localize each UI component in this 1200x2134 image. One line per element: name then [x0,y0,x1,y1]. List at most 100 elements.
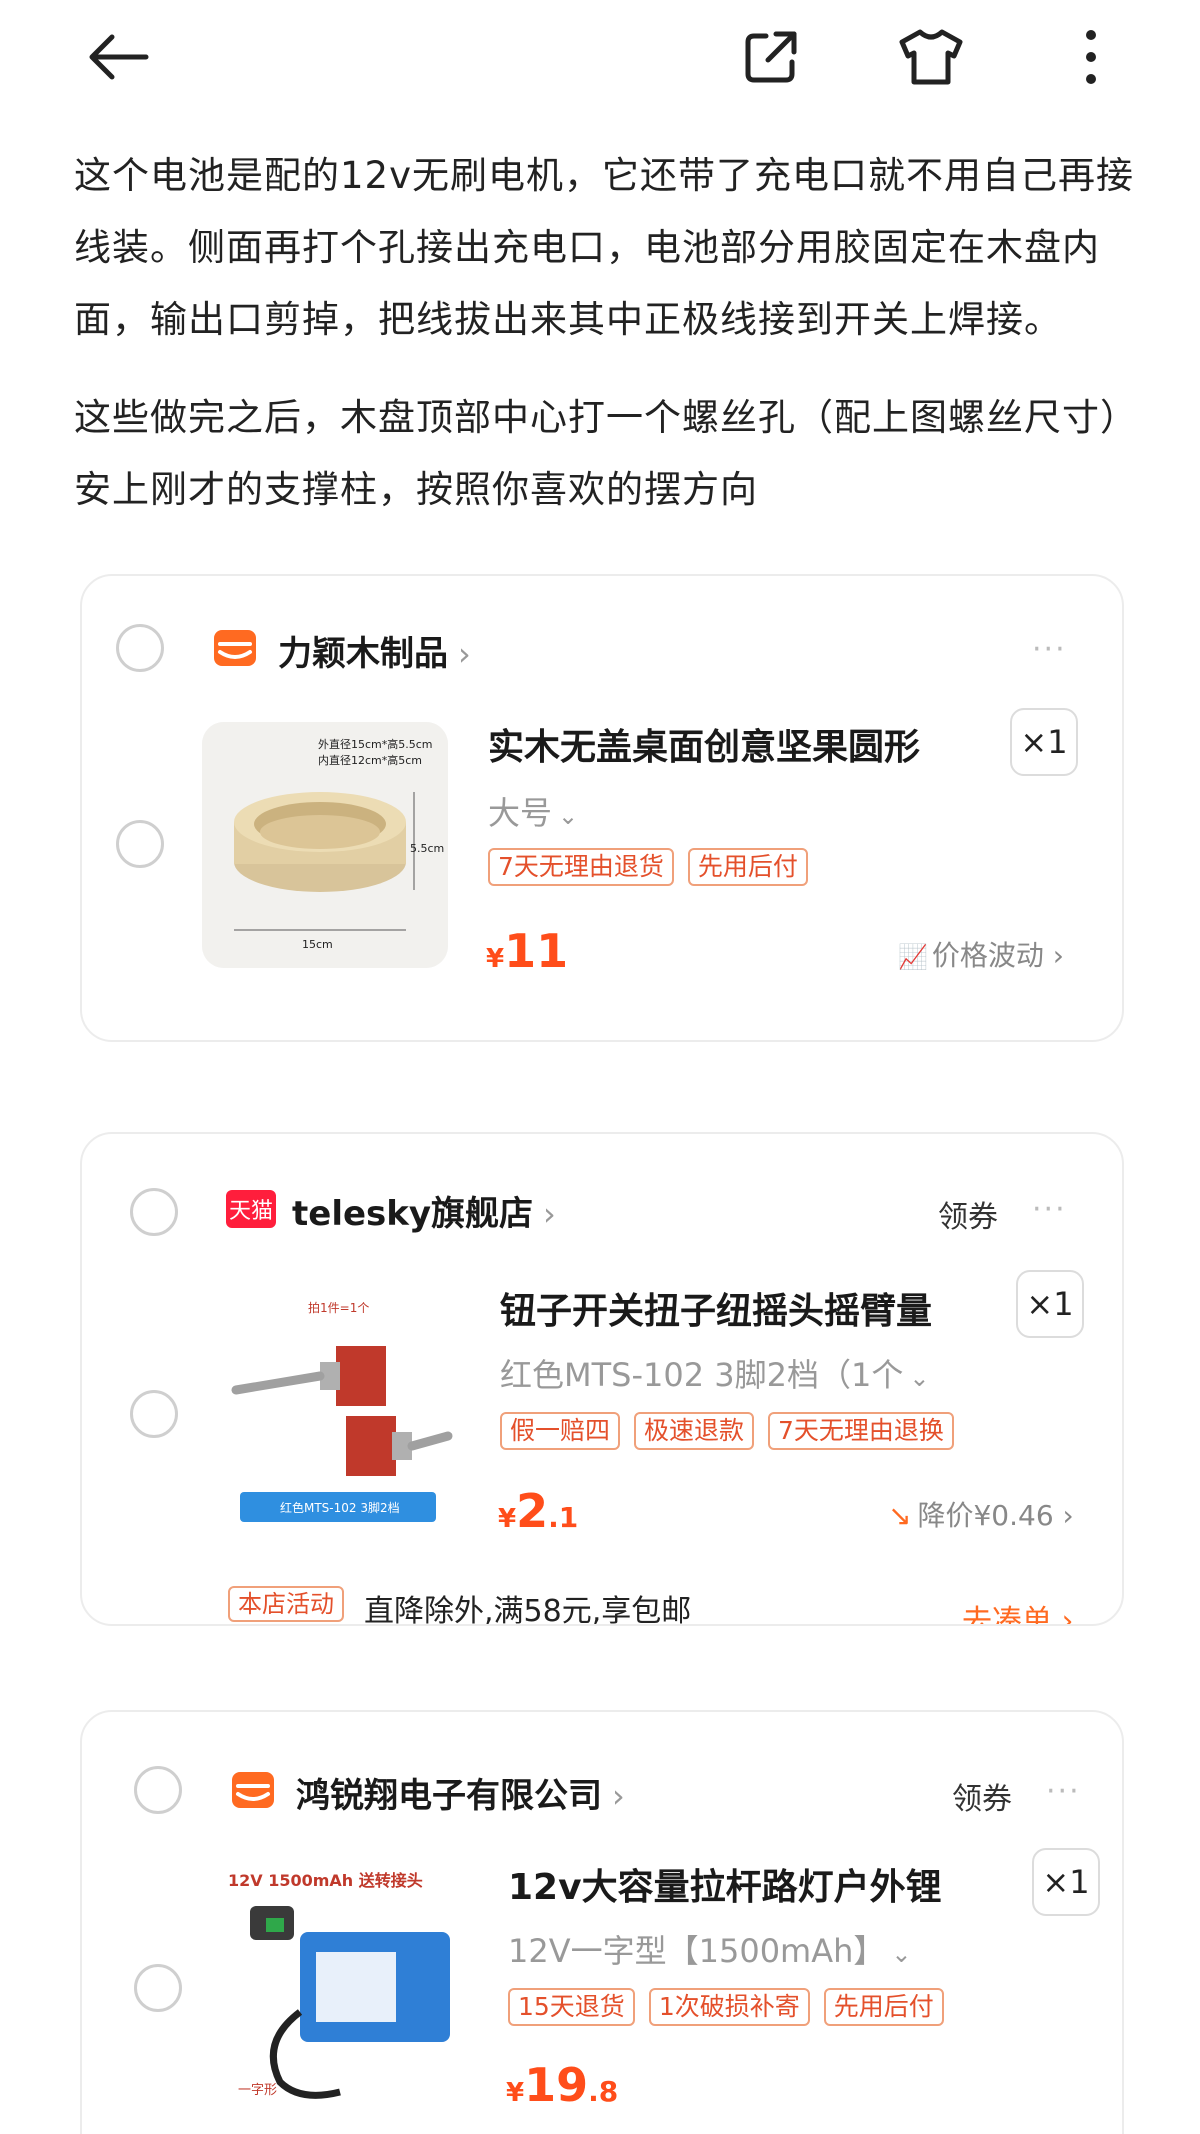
chevron-right-icon: › [1043,939,1065,972]
shop-name-text: 鸿锐翔电子有限公司 [296,1776,602,1816]
price-trend-text: 价格波动 [931,939,1044,972]
more-vertical-icon [1086,30,1096,84]
shop-name[interactable]: 鸿锐翔电子有限公司 › [296,1768,625,1817]
article-body: 这个电池是配的12v无刷电机，它还带了充电口就不用自己再接线装。侧面再打个孔接出… [74,140,1134,526]
add-more-text: 去凑单 [962,1604,1052,1626]
service-tag: 1次破损补寄 [648,1988,810,2026]
image-text: 5.5cm [410,842,444,855]
price-currency: ¥ [486,944,505,974]
quantity-button[interactable]: ×1 [1016,1270,1084,1338]
item-select-radio[interactable] [116,820,164,868]
image-text: 红色MTS-102 3脚2档 [280,1500,400,1515]
wooden-bowl-image: 外直径15cm*高5.5cm 内直径12cm*高5cm 5.5cm 15cm [202,722,448,968]
product-title[interactable]: 钮子开关扭子纽摇头摇臂量 [500,1282,932,1334]
back-button[interactable] [84,22,154,92]
service-tag: 7天无理由退换 [768,1412,954,1450]
toggle-switch-image: 拍1件=1个 红色MTS-102 3脚2档 [216,1286,462,1532]
price-currency: ¥ [498,1504,517,1534]
cart-card-3: 鸿锐翔电子有限公司 › 领券 ··· 12V 1500mAh 送转接头 一字形 1… [80,1710,1124,2134]
image-text: 拍1件=1个 [308,1300,369,1315]
item-select-radio[interactable] [130,1390,178,1438]
price-integer: 2 [516,1484,549,1538]
shop-more-icon[interactable]: ··· [1032,632,1067,667]
more-button[interactable] [1056,22,1126,92]
article-paragraph-1: 这个电池是配的12v无刷电机，它还带了充电口就不用自己再接线装。侧面再打个孔接出… [74,154,1134,341]
coupon-button[interactable]: 领券 [938,1192,998,1236]
service-tags: 15天退货 1次破损补寄 先用后付 [508,1988,944,2026]
product-image[interactable]: 12V 1500mAh 送转接头 一字形 [220,1862,466,2108]
tmall-badge: 天猫 [226,1190,276,1228]
chevron-right-icon: › [543,1195,556,1233]
chevron-down-icon: ⌄ [909,1364,930,1392]
product-title[interactable]: 实木无盖桌面创意坚果圆形 [488,718,920,770]
image-text: 一字形 [238,2083,277,2098]
price-decimal: .1 [548,1501,579,1534]
quantity-button[interactable]: ×1 [1010,708,1078,776]
chevron-down-icon: ⌄ [891,1940,912,1968]
shop-more-icon[interactable]: ··· [1046,1774,1081,1809]
service-tag: 极速退款 [634,1412,755,1450]
back-arrow-icon [89,34,149,80]
service-tags: 7天无理由退货 先用后付 [488,848,808,886]
service-tag: 7天无理由退货 [488,848,674,886]
product-spec[interactable]: 12V一字型【1500mAh】 ⌄ [508,1926,912,1972]
service-tag: 先用后付 [687,848,808,886]
chevron-right-icon: › [458,635,471,673]
shop-name-text: telesky旗舰店 [292,1194,534,1234]
price-decimal: .8 [588,2075,619,2108]
promo-tag: 本店活动 [228,1586,344,1622]
product-title[interactable]: 12v大容量拉杆路灯户外锂 [508,1858,942,1910]
price-integer: 19 [524,2058,589,2112]
article-paragraph-2: 这些做完之后，木盘顶部中心打一个螺丝孔（配上图螺丝尺寸）安上刚才的支撑柱，按照你… [74,396,1120,511]
price-drop-arrow-icon: ↘ [888,1499,912,1532]
chevron-right-icon: › [612,1777,625,1815]
image-text: 内直径12cm*高5cm [318,753,422,767]
price-currency: ¥ [506,2078,525,2108]
share-icon [745,31,797,83]
service-tag: 假一赔四 [500,1412,621,1450]
shop-name[interactable]: 力颖木制品 › [278,626,471,675]
chevron-right-icon: › [1053,1499,1074,1532]
product-spec[interactable]: 大号 ⌄ [488,788,578,834]
product-price: ¥11 [486,924,568,978]
shop-name[interactable]: telesky旗舰店 › [292,1186,556,1235]
product-image[interactable]: 外直径15cm*高5.5cm 内直径12cm*高5cm 5.5cm 15cm [202,722,448,968]
page: 这个电池是配的12v无刷电机，它还带了充电口就不用自己再接线装。侧面再打个孔接出… [0,0,1200,2134]
chevron-right-icon: › [1052,1604,1074,1626]
product-spec[interactable]: 红色MTS-102 3脚2档（1个 ⌄ [500,1350,929,1396]
chevron-down-icon: ⌄ [558,802,579,830]
item-select-radio[interactable] [134,1964,182,2012]
cart-card-2: 天猫 telesky旗舰店 › 领券 ··· 拍1件=1个 红色MTS-102 3… [80,1132,1124,1626]
service-tags: 假一赔四 极速退款 7天无理由退换 [500,1412,954,1450]
service-tag: 15天退货 [508,1988,635,2026]
add-more-link[interactable]: 去凑单 › [962,1596,1074,1626]
product-image[interactable]: 拍1件=1个 红色MTS-102 3脚2档 [216,1286,462,1532]
shop-name-text: 力颖木制品 [278,634,448,674]
cart-card-1: 力颖木制品 › ··· 外直径15cm*高5.5cm 内直径12cm*高5cm 5… [80,574,1124,1042]
top-bar [0,0,1200,110]
shop-more-icon[interactable]: ··· [1032,1192,1067,1227]
product-price: ¥2.1 [498,1484,578,1538]
service-tag: 先用后付 [823,1988,944,2026]
battery-pack-image: 12V 1500mAh 送转接头 一字形 [220,1862,466,2108]
shop-icon [232,1772,274,1808]
shop-icon [214,630,256,666]
tshirt-icon [899,29,963,85]
shop-select-radio[interactable] [134,1766,182,1814]
shop-select-radio[interactable] [116,624,164,672]
image-text: 外直径15cm*高5.5cm [318,737,433,751]
promo-text: 直降除外,满58元,享包邮 [364,1594,692,1626]
shop-select-radio[interactable] [130,1188,178,1236]
product-price: ¥19.8 [506,2058,618,2112]
price-integer: 11 [504,924,569,978]
coupon-button[interactable]: 领券 [952,1774,1012,1818]
share-button[interactable] [736,22,806,92]
image-text: 15cm [302,938,333,951]
image-text: 12V 1500mAh 送转接头 [228,1871,423,1890]
price-drop-link[interactable]: ↘ 降价¥0.46 › [888,1494,1074,1534]
outfit-button[interactable] [896,22,966,92]
spec-text: 红色MTS-102 3脚2档（1个 [500,1356,904,1394]
price-trend-link[interactable]: 📈 价格波动 › [898,934,1064,974]
spec-text: 12V一字型【1500mAh】 [508,1932,886,1970]
quantity-button[interactable]: ×1 [1032,1848,1100,1916]
